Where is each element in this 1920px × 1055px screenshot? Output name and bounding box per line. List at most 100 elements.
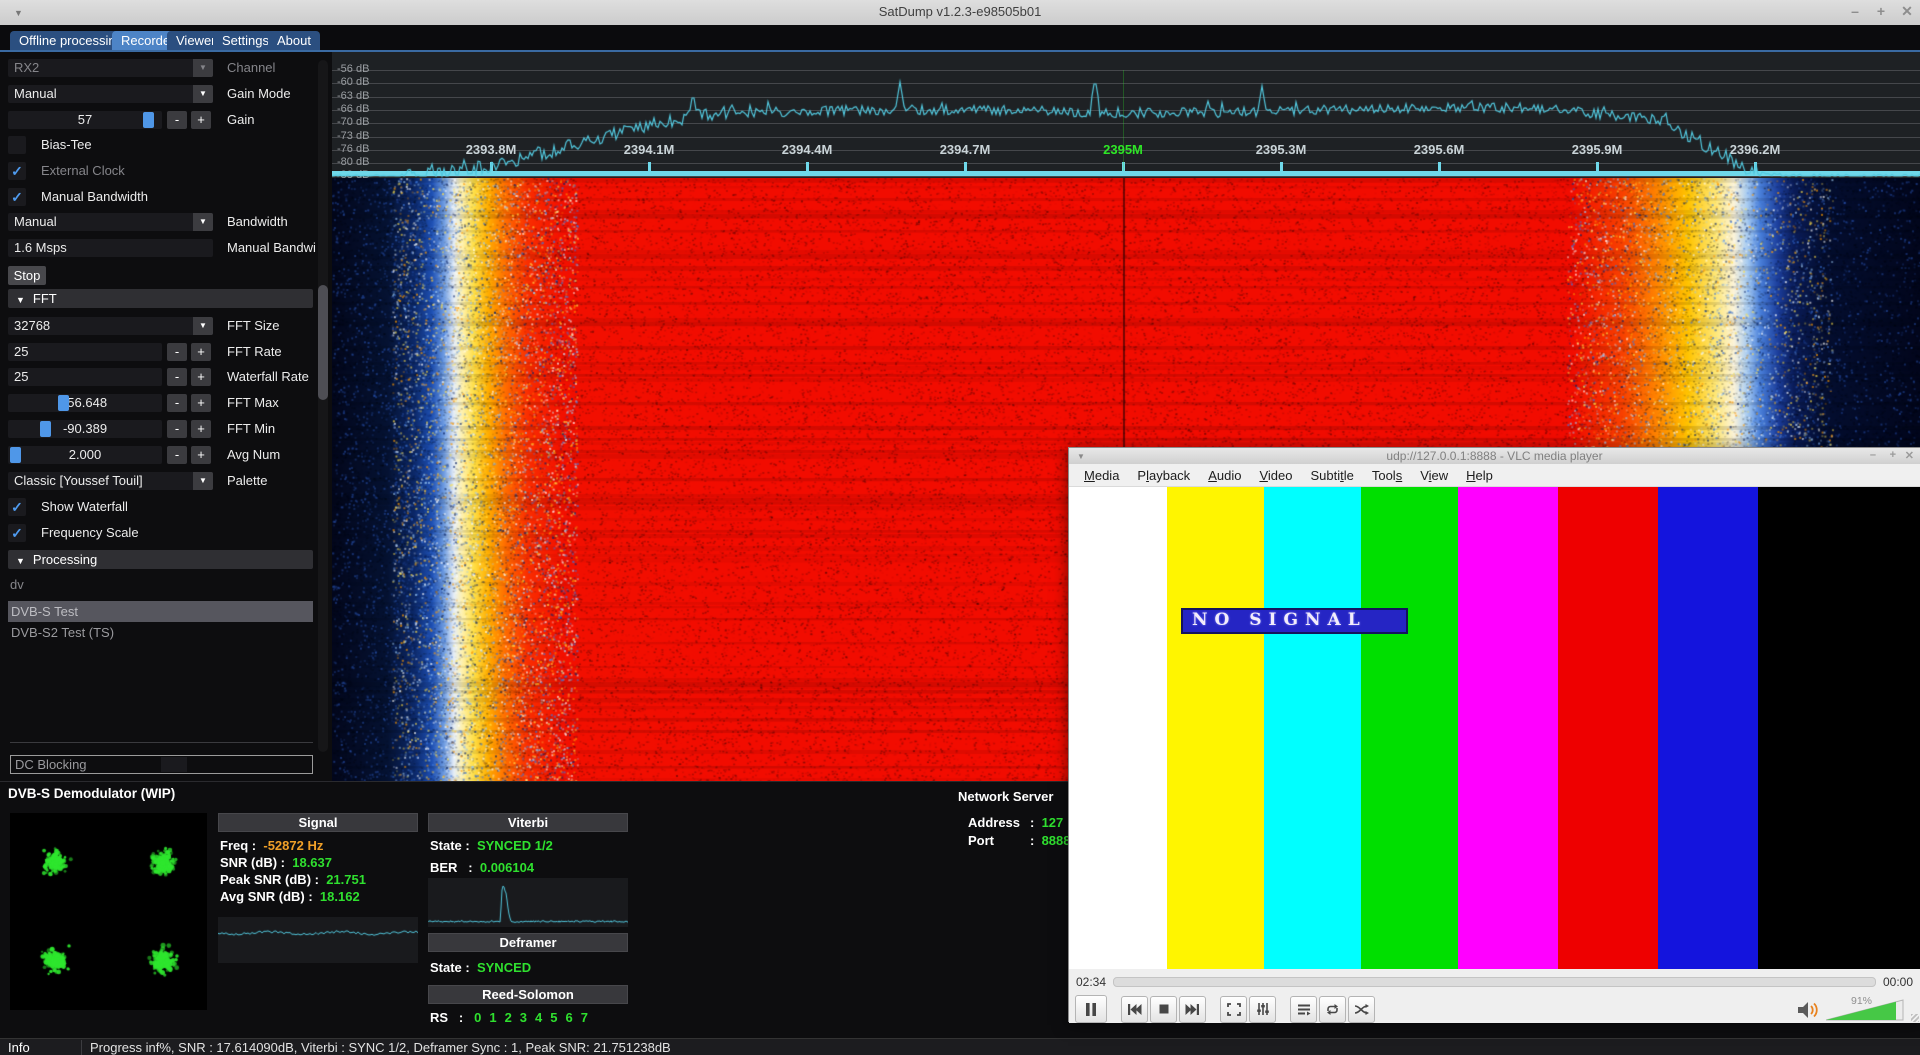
vlc-window[interactable]: ▼ udp://127.0.0.1:8888 - VLC media playe… — [1068, 447, 1920, 1022]
fft-min-slider[interactable]: -90.389 — [8, 420, 162, 438]
fft-size-select[interactable]: 32768 ▼ — [8, 317, 213, 335]
deframer-state-value: SYNCED — [477, 960, 531, 975]
speaker-icon[interactable] — [1796, 999, 1822, 1021]
fft-max-label: FFT Max — [227, 394, 279, 412]
slider-handle[interactable] — [40, 421, 51, 437]
vlc-close-button[interactable]: ✕ — [1905, 449, 1914, 462]
fft-rate-minus-button[interactable]: - — [167, 343, 187, 361]
collapse-icon: ▼ — [16, 552, 25, 571]
avg-num-slider[interactable]: 2.000 — [8, 446, 162, 464]
vlc-minimize-button[interactable]: – — [1870, 449, 1876, 461]
slider-handle[interactable] — [10, 447, 21, 463]
viterbi-ber-row: BER : 0.006104 — [430, 860, 534, 875]
waterfall-rate-input[interactable]: 25 — [8, 368, 162, 386]
vlc-menu-item[interactable]: Audio — [1199, 468, 1250, 483]
gain-mode-select[interactable]: Manual ▼ — [8, 85, 213, 103]
previous-icon — [1127, 1003, 1142, 1016]
bias-tee-checkbox[interactable] — [8, 136, 26, 154]
shuffle-button[interactable] — [1348, 996, 1375, 1023]
deframer-state-row: State : SYNCED — [430, 960, 531, 975]
rs-value: 1 — [489, 1010, 496, 1025]
volume-slider[interactable] — [1826, 999, 1904, 1021]
fft-trace-canvas[interactable] — [332, 52, 1920, 178]
vlc-titlebar[interactable]: ▼ udp://127.0.0.1:8888 - VLC media playe… — [1069, 448, 1920, 465]
next-button[interactable] — [1179, 996, 1206, 1023]
pause-button[interactable] — [1075, 995, 1107, 1023]
vlc-menu-item[interactable]: Media — [1075, 468, 1128, 483]
vlc-menu-item[interactable]: Video — [1250, 468, 1301, 483]
fft-rate-plus-button[interactable]: + — [191, 343, 211, 361]
fft-plot[interactable]: -56 dB-60 dB-63 dB-66 dB-70 dB-73 dB-76 … — [332, 52, 1920, 178]
playlist-button[interactable] — [1290, 996, 1317, 1023]
freq-value: -52872 Hz — [263, 838, 323, 853]
fullscreen-button[interactable] — [1220, 996, 1247, 1023]
chevron-down-icon: ▼ — [193, 317, 213, 335]
rs-value: 6 — [566, 1010, 573, 1025]
previous-button[interactable] — [1121, 996, 1148, 1023]
rs-value: 2 — [505, 1010, 512, 1025]
gain-slider[interactable]: 57 — [8, 111, 162, 129]
no-signal-overlay: NO SIGNAL — [1181, 608, 1408, 634]
tab-about[interactable]: About — [268, 31, 320, 50]
rs-value: 5 — [550, 1010, 557, 1025]
vlc-menu-item[interactable]: Tools — [1363, 468, 1411, 483]
external-clock-checkbox[interactable]: ✓ — [8, 162, 26, 180]
slider-handle[interactable] — [58, 395, 69, 411]
stop-button[interactable]: Stop — [8, 266, 46, 285]
window-titlebar[interactable]: ▼ SatDump v1.2.3-e98505b01 – + ✕ — [0, 0, 1920, 26]
avg-num-plus-button[interactable]: + — [191, 446, 211, 464]
fft-min-minus-button[interactable]: - — [167, 420, 187, 438]
manual-bandwidth-input[interactable]: 1.6 Msps — [8, 239, 213, 257]
channel-select[interactable]: RX2 ▼ — [8, 59, 213, 77]
manual-bandwidth-label: Manual Bandwidth — [41, 188, 148, 206]
fft-min-plus-button[interactable]: + — [191, 420, 211, 438]
waterfall-rate-minus-button[interactable]: - — [167, 368, 187, 386]
palette-select[interactable]: Classic [Youssef Touil] ▼ — [8, 472, 213, 490]
fft-max-slider[interactable]: -56.648 — [8, 394, 162, 412]
vlc-menu-item[interactable]: Subtitle — [1301, 468, 1362, 483]
pipeline-item-dvbs2-test[interactable]: DVB-S2 Test (TS) — [8, 622, 313, 643]
next-icon — [1185, 1003, 1200, 1016]
color-bar — [1361, 487, 1458, 969]
extended-settings-button[interactable] — [1249, 996, 1276, 1023]
avg-num-minus-button[interactable]: - — [167, 446, 187, 464]
gain-plus-button[interactable]: + — [191, 111, 211, 129]
sidebar-scrollbar[interactable] — [318, 60, 328, 752]
pipeline-search-input[interactable]: dv — [10, 577, 24, 595]
vlc-menu-item[interactable]: View — [1411, 468, 1457, 483]
fft-rate-label: FFT Rate — [227, 343, 282, 361]
fft-section-header[interactable]: ▼FFT — [8, 289, 313, 308]
chevron-down-icon: ▼ — [193, 85, 213, 103]
volume-control[interactable]: 91% — [1796, 997, 1906, 1021]
processing-section-header[interactable]: ▼Processing — [8, 550, 313, 569]
address-value: 127 — [1042, 815, 1064, 830]
minimize-button[interactable]: – — [1845, 3, 1865, 19]
fft-max-minus-button[interactable]: - — [167, 394, 187, 412]
fft-max-plus-button[interactable]: + — [191, 394, 211, 412]
vlc-video-area[interactable]: NO SIGNAL — [1069, 487, 1920, 969]
bandwidth-select[interactable]: Manual ▼ — [8, 213, 213, 231]
vlc-menu-item[interactable]: Playback — [1128, 468, 1199, 483]
log-level-button[interactable]: Info — [8, 1040, 30, 1055]
scrollbar-thumb[interactable] — [318, 285, 328, 400]
stop-button[interactable] — [1150, 996, 1177, 1023]
seek-slider[interactable] — [1113, 977, 1876, 987]
maximize-button[interactable]: + — [1871, 3, 1891, 19]
manual-bandwidth-value-label: Manual Bandwi — [227, 239, 316, 257]
loop-button[interactable] — [1319, 996, 1346, 1023]
pipeline-item-dvbs-test[interactable]: DVB-S Test — [8, 601, 313, 622]
waterfall-rate-plus-button[interactable]: + — [191, 368, 211, 386]
show-waterfall-checkbox[interactable]: ✓ — [8, 498, 26, 516]
slider-handle[interactable] — [143, 112, 154, 128]
vlc-menu-item[interactable]: Help — [1457, 468, 1502, 483]
fft-rate-input[interactable]: 25 — [8, 343, 162, 361]
gain-minus-button[interactable]: - — [167, 111, 187, 129]
resize-grip[interactable] — [1911, 1014, 1919, 1022]
vlc-maximize-button[interactable]: + — [1890, 449, 1896, 461]
manual-bandwidth-checkbox[interactable]: ✓ — [8, 188, 26, 206]
close-button[interactable]: ✕ — [1897, 3, 1917, 20]
remaining-time: 00:00 — [1876, 975, 1920, 989]
frequency-scale-checkbox[interactable]: ✓ — [8, 524, 26, 542]
peak-snr-value: 21.751 — [326, 872, 366, 887]
dc-blocking-checkbox[interactable] — [161, 757, 187, 772]
